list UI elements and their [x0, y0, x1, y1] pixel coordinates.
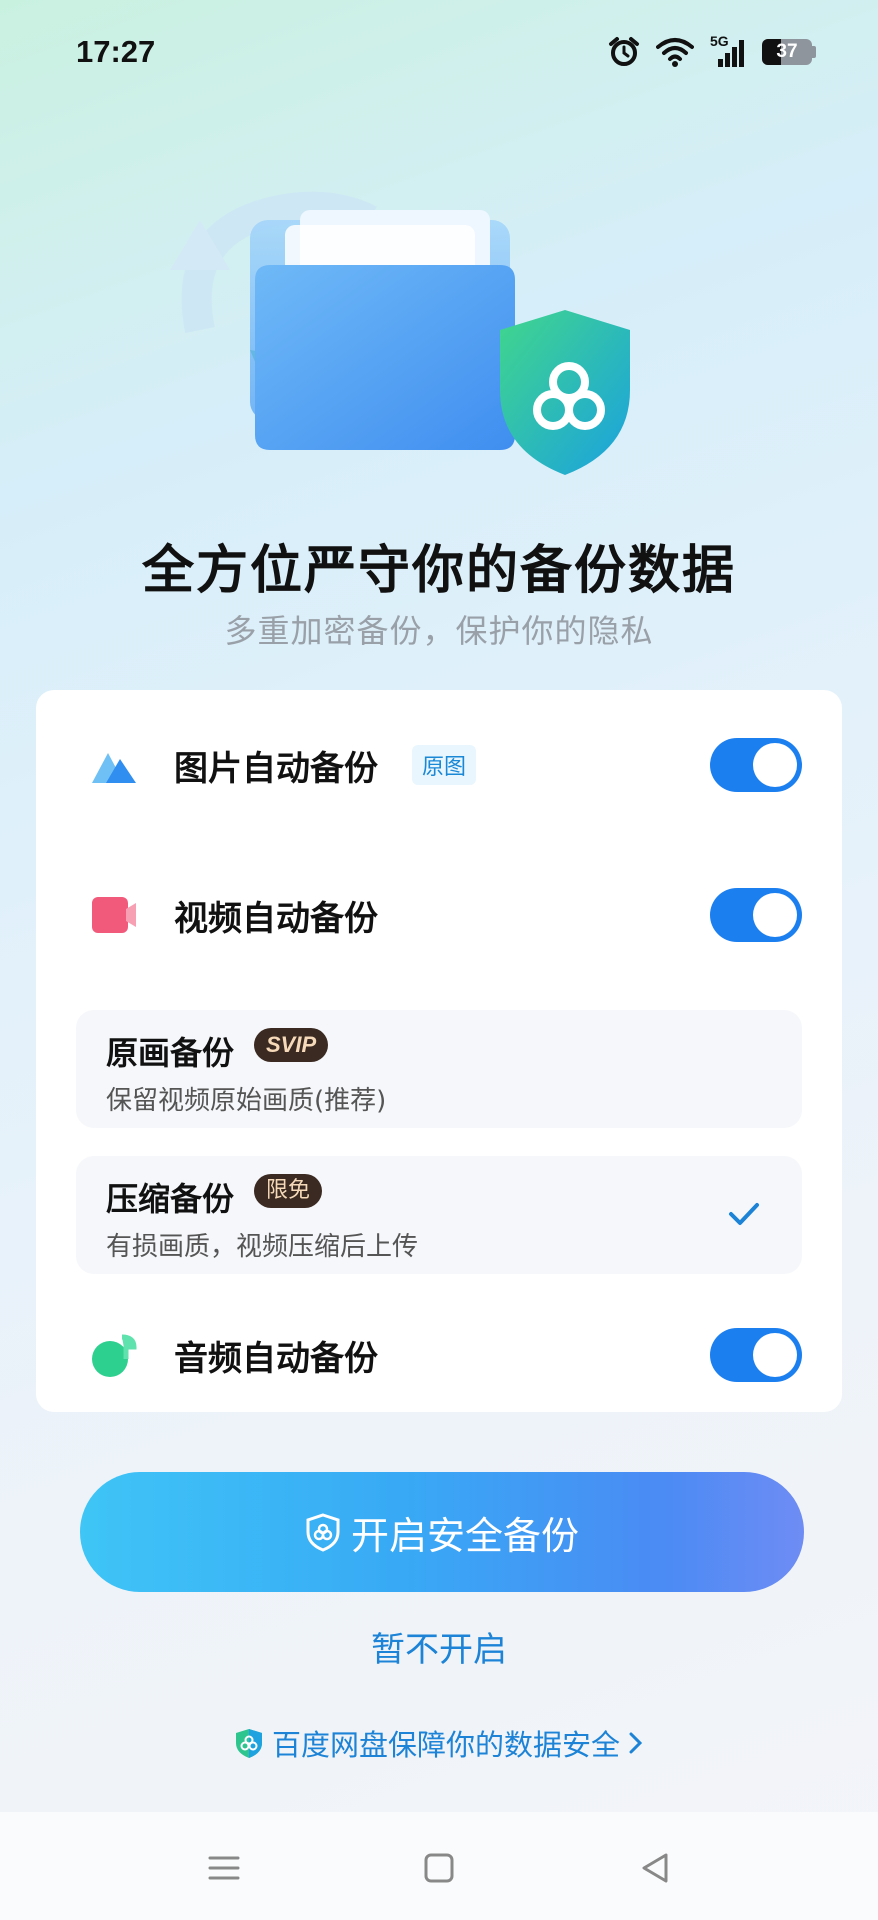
music-note-icon — [92, 1334, 137, 1377]
home-icon[interactable] — [421, 1850, 457, 1886]
compressed-backup-option[interactable]: 压缩备份 限免 有损画质，视频压缩后上传 — [76, 1156, 802, 1274]
compressed-backup-title: 压缩备份 — [106, 1180, 235, 1218]
original-quality-tag: 原图 — [412, 745, 477, 785]
video-backup-toggle[interactable] — [710, 888, 802, 942]
battery-level: 37 — [776, 41, 798, 62]
backup-illustration — [170, 191, 630, 475]
photo-backup-toggle[interactable] — [710, 738, 802, 792]
network-type: 5G — [710, 33, 729, 49]
enable-backup-label: 开启安全备份 — [350, 1513, 579, 1558]
signal-icon: 5G — [710, 33, 746, 67]
menu-icon[interactable] — [206, 1850, 242, 1886]
video-icon — [92, 897, 136, 933]
system-nav-bar — [0, 1812, 878, 1920]
security-info-text: 百度网盘保障你的数据安全 — [271, 1728, 620, 1762]
original-backup-option[interactable]: 原画备份 SVIP 保留视频原始画质(推荐) — [76, 1010, 802, 1128]
audio-backup-row[interactable]: 音频自动备份 — [36, 1310, 842, 1400]
video-backup-row[interactable]: 视频自动备份 — [36, 870, 842, 960]
back-icon[interactable] — [638, 1850, 674, 1886]
secure-shield-icon — [235, 1729, 262, 1758]
compressed-backup-desc: 有损画质，视频压缩后上传 — [106, 1232, 419, 1262]
audio-backup-toggle[interactable] — [710, 1328, 802, 1382]
limited-free-badge: 限免 — [254, 1174, 323, 1208]
video-backup-label: 视频自动备份 — [174, 898, 378, 939]
photo-backup-label: 图片自动备份 — [174, 748, 378, 789]
not-now-button[interactable]: 暂不开启 — [0, 1622, 878, 1671]
chevron-right-icon — [629, 1732, 643, 1754]
backup-options-card: 图片自动备份 原图 视频自动备份 原画备份 SVIP 保留视频原始画质(推荐) … — [36, 690, 842, 1412]
photo-backup-row[interactable]: 图片自动备份 原图 — [36, 720, 842, 810]
audio-backup-label: 音频自动备份 — [174, 1338, 378, 1379]
original-backup-desc: 保留视频原始画质(推荐) — [106, 1086, 387, 1116]
photo-icon — [92, 753, 136, 783]
svip-badge: SVIP — [254, 1028, 329, 1062]
page-title: 全方位严守你的备份数据 — [141, 541, 736, 601]
check-icon — [729, 1203, 759, 1225]
page-subtitle: 多重加密备份，保护你的隐私 — [224, 612, 654, 650]
shield-icon — [306, 1513, 340, 1552]
status-time: 17:27 — [76, 34, 156, 69]
security-info-link[interactable]: 百度网盘保障你的数据安全 — [0, 1722, 878, 1764]
enable-backup-button[interactable]: 开启安全备份 — [80, 1472, 804, 1592]
status-icons: 5G 37 — [608, 33, 816, 68]
battery-icon: 37 — [762, 39, 812, 65]
wifi-icon — [656, 38, 694, 67]
original-backup-title: 原画备份 — [106, 1034, 235, 1072]
alarm-icon — [609, 37, 639, 66]
